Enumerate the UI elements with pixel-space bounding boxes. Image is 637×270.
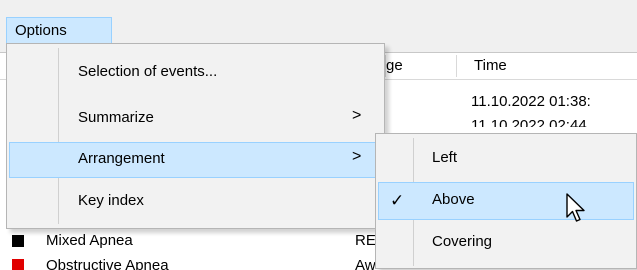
arrangement-submenu: Left ✓ Above Covering: [375, 133, 637, 269]
submenu-item-label: Left: [432, 149, 458, 166]
event-color-swatch: [12, 235, 24, 247]
menu-item-label: Selection of events...: [78, 63, 218, 80]
options-menu-label: Options: [15, 22, 67, 39]
menu-item-label: Summarize: [78, 109, 154, 126]
options-dropdown-menu: Selection of events... Summarize > Arran…: [6, 43, 385, 229]
checkmark-icon: ✓: [390, 191, 405, 210]
menu-bar: Options: [0, 0, 637, 44]
time-cell: 11.10.2022 01:38:: [471, 93, 591, 110]
submenu-item-left[interactable]: Left: [378, 140, 634, 178]
menu-item-key-index[interactable]: Key index: [9, 184, 382, 220]
event-stage: RE: [355, 232, 376, 249]
event-label: Obstructive Apnea: [46, 257, 169, 270]
menu-item-summarize[interactable]: Summarize >: [9, 101, 382, 137]
options-menu[interactable]: Options: [6, 17, 112, 44]
menu-item-arrangement[interactable]: Arrangement >: [9, 142, 382, 178]
chevron-right-icon: >: [352, 148, 362, 165]
submenu-item-covering[interactable]: Covering: [378, 224, 634, 262]
event-label: Mixed Apnea: [46, 232, 133, 249]
menu-item-label: Key index: [78, 192, 144, 209]
menu-item-label: Arrangement: [78, 150, 165, 167]
event-stage: Aw: [355, 257, 376, 270]
submenu-item-label: Covering: [432, 233, 493, 250]
submenu-item-label: Above: [432, 191, 475, 208]
submenu-item-above[interactable]: ✓ Above: [378, 182, 634, 220]
column-header-stage[interactable]: ge: [386, 57, 403, 74]
column-header-time[interactable]: Time: [474, 57, 507, 74]
chevron-right-icon: >: [352, 107, 362, 124]
menu-item-selection-of-events[interactable]: Selection of events...: [9, 55, 382, 91]
time-cell: 11.10.2022 02:44: [471, 117, 587, 127]
column-separator[interactable]: [456, 55, 457, 77]
arrow-cursor-icon: [566, 193, 585, 222]
event-color-swatch: [12, 259, 24, 270]
